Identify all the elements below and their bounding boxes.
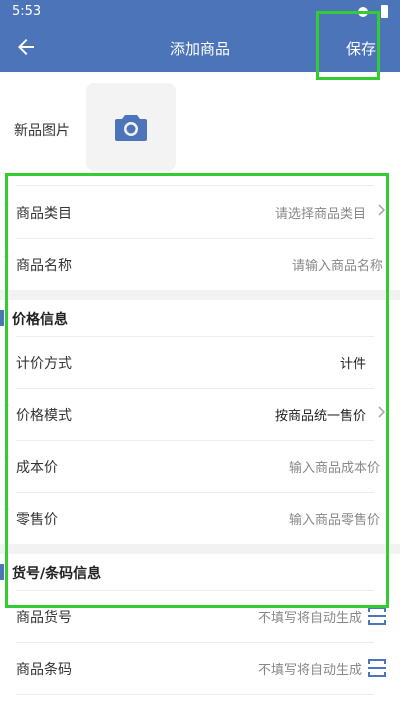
status-time: 5:53 [12, 4, 42, 19]
barcode-input[interactable]: 不填写将自动生成 [258, 659, 362, 678]
photo-row: 新品图片 [0, 72, 400, 182]
photo-label: 新品图片 [14, 123, 70, 139]
section-accent-bar [0, 310, 4, 326]
item-no-label: 商品货号 [16, 610, 72, 626]
item-no-input[interactable]: 不填写将自动生成 [258, 607, 362, 626]
camera-icon [115, 115, 147, 141]
scan-barcode-icon[interactable] [368, 606, 386, 626]
divider [16, 694, 374, 695]
barcode-label: 商品条码 [16, 662, 72, 678]
scan-barcode-icon[interactable] [368, 658, 386, 678]
section-accent-bar [0, 564, 4, 580]
photo-upload-button[interactable] [86, 83, 176, 171]
form-highlight-box [5, 173, 389, 608]
save-highlight-box [316, 11, 380, 80]
barcode-row[interactable]: 商品条码 不填写将自动生成 [0, 642, 400, 694]
battery-icon [381, 5, 388, 18]
